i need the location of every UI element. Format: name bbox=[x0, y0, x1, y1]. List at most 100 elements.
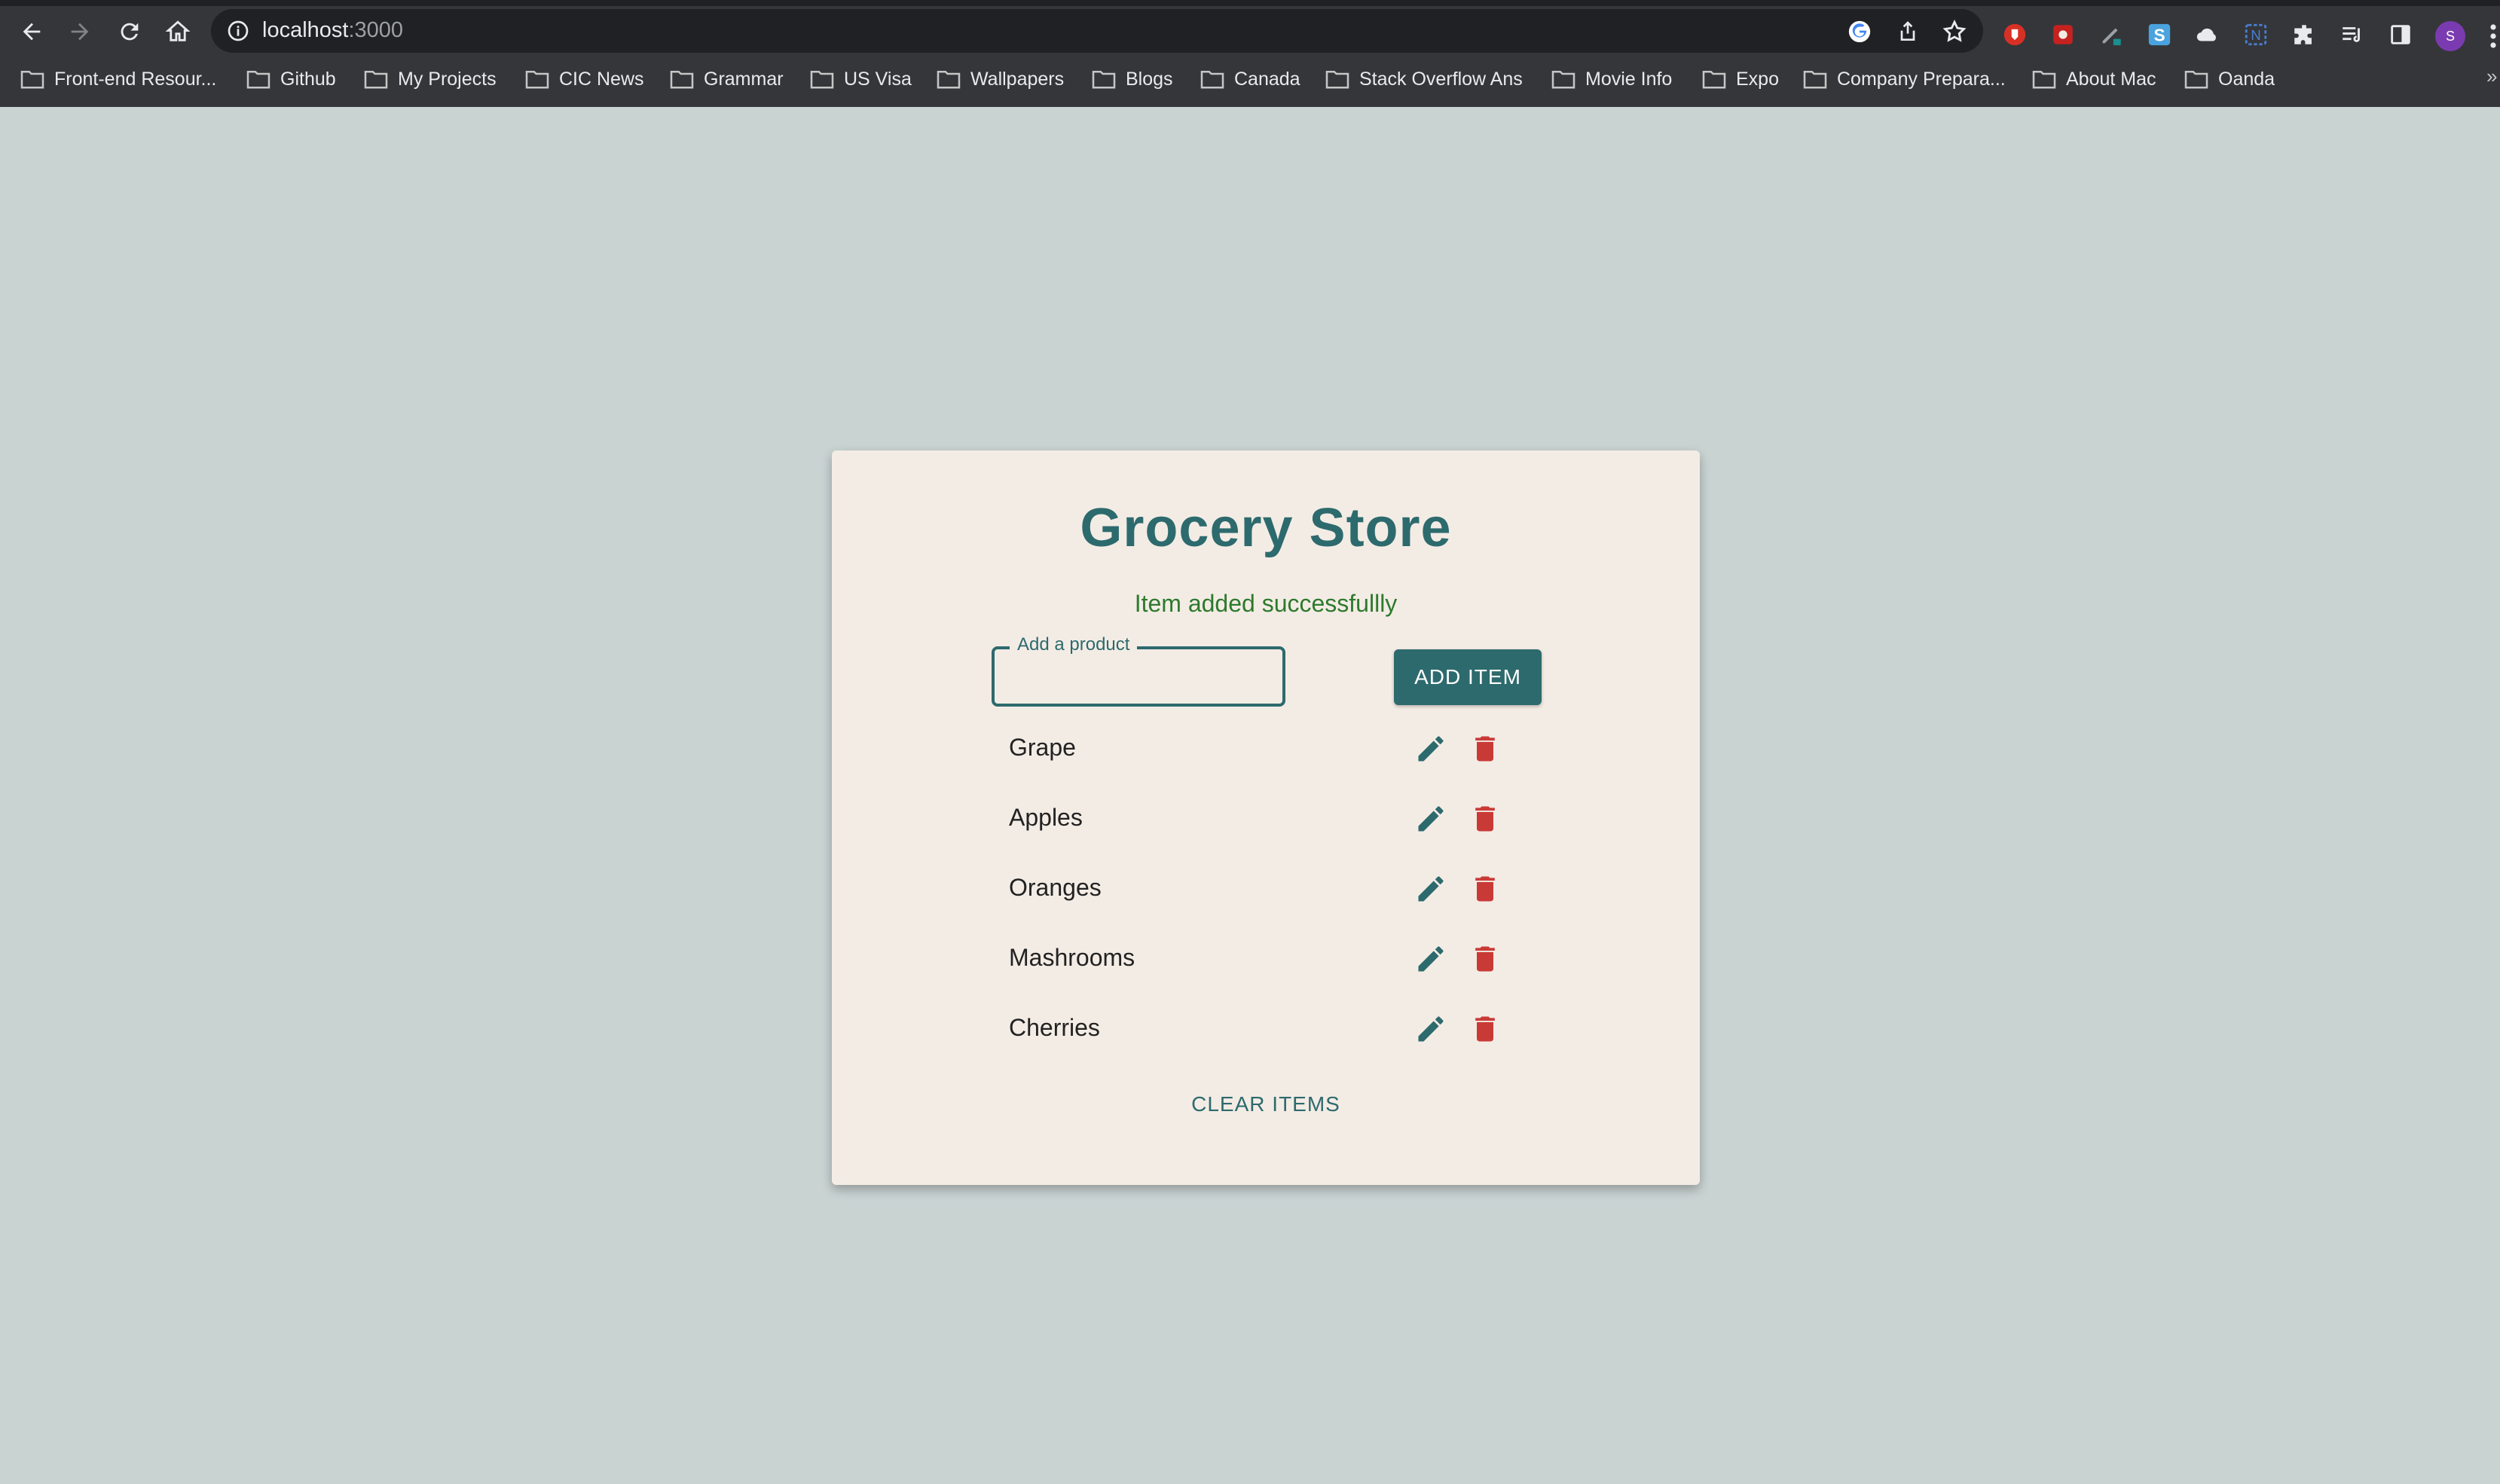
extensions-puzzle-icon[interactable] bbox=[2291, 21, 2318, 48]
bookmark-label: CIC News bbox=[559, 68, 644, 90]
folder-icon bbox=[1551, 70, 1575, 89]
bookmark-folder[interactable]: Grammar bbox=[669, 65, 784, 93]
svg-text:N: N bbox=[2251, 27, 2260, 43]
bookmark-folder[interactable]: CIC News bbox=[524, 65, 644, 93]
item-name: Grape bbox=[1009, 734, 1076, 761]
tab-strip bbox=[0, 0, 2500, 6]
bookmark-label: Grammar bbox=[704, 68, 784, 90]
item-name: Mashrooms bbox=[1009, 944, 1135, 971]
trash-icon[interactable] bbox=[1469, 802, 1502, 835]
trash-icon[interactable] bbox=[1469, 942, 1502, 976]
item-name: Oranges bbox=[1009, 874, 1102, 901]
trash-icon[interactable] bbox=[1469, 732, 1502, 765]
address-bar[interactable]: localhost:3000 bbox=[211, 9, 1983, 53]
reading-list-icon[interactable] bbox=[2339, 21, 2366, 48]
url-host: localhost bbox=[262, 18, 349, 42]
extension-shield-icon[interactable] bbox=[2001, 21, 2028, 48]
url-text: localhost:3000 bbox=[262, 18, 403, 43]
bookmark-label: US Visa bbox=[844, 68, 912, 90]
url-port: :3000 bbox=[348, 18, 404, 42]
list-item: Apples bbox=[1009, 796, 1551, 841]
clear-items-button[interactable]: CLEAR ITEMS bbox=[832, 1092, 1700, 1116]
add-product-field[interactable]: Add a product bbox=[992, 634, 1285, 707]
svg-text:S: S bbox=[2153, 26, 2165, 45]
pencil-icon[interactable] bbox=[1414, 732, 1447, 765]
side-panel-icon[interactable] bbox=[2387, 21, 2414, 48]
bookmark-folder[interactable]: Front-end Resour... bbox=[20, 65, 216, 93]
extension-notion-icon[interactable]: N bbox=[2242, 21, 2269, 48]
bookmark-folder[interactable]: Blogs bbox=[1091, 65, 1173, 93]
share-icon[interactable] bbox=[1894, 18, 1921, 45]
folder-icon bbox=[937, 70, 961, 89]
folder-icon bbox=[2032, 70, 2056, 89]
info-icon[interactable] bbox=[226, 19, 250, 43]
add-item-button[interactable]: ADD ITEM bbox=[1394, 649, 1542, 705]
bookmark-folder[interactable]: About Mac bbox=[2031, 65, 2156, 93]
bookmarks-bar: Front-end Resour... Github My Projects C… bbox=[0, 60, 2500, 98]
bookmark-folder[interactable]: Canada bbox=[1200, 65, 1300, 93]
item-name: Apples bbox=[1009, 804, 1083, 831]
bookmark-label: Stack Overflow Ans bbox=[1359, 68, 1523, 90]
folder-icon bbox=[364, 70, 388, 89]
bookmark-label: Blogs bbox=[1126, 68, 1173, 90]
folder-icon bbox=[1200, 70, 1224, 89]
grocery-card: Grocery Store Item added successfullly A… bbox=[832, 450, 1700, 1185]
pencil-icon[interactable] bbox=[1414, 872, 1447, 905]
pencil-icon[interactable] bbox=[1414, 802, 1447, 835]
list-item: Grape bbox=[1009, 726, 1551, 771]
browser-chrome: localhost:3000 S N S Front-end Resour...… bbox=[0, 0, 2500, 107]
bookmark-label: My Projects bbox=[398, 68, 497, 90]
add-product-input[interactable] bbox=[995, 649, 1282, 704]
bookmark-folder[interactable]: Company Prepara... bbox=[1802, 65, 2006, 93]
bookmark-folder[interactable]: Github bbox=[246, 65, 336, 93]
bookmark-label: About Mac bbox=[2066, 68, 2156, 90]
add-product-label: Add a product bbox=[1010, 634, 1138, 655]
bookmark-label: Expo bbox=[1736, 68, 1779, 90]
folder-icon bbox=[1803, 70, 1827, 89]
bookmark-label: Wallpapers bbox=[970, 68, 1065, 90]
forward-icon[interactable] bbox=[63, 15, 96, 48]
bookmarks-overflow-button[interactable]: » bbox=[2486, 65, 2497, 88]
bookmark-folder[interactable]: Expo bbox=[1701, 65, 1779, 93]
folder-icon bbox=[20, 70, 44, 89]
extension-s-icon[interactable]: S bbox=[2146, 21, 2173, 48]
folder-icon bbox=[810, 70, 834, 89]
bookmark-label: Company Prepara... bbox=[1837, 68, 2006, 90]
trash-icon[interactable] bbox=[1469, 1012, 1502, 1046]
bookmark-folder[interactable]: My Projects bbox=[363, 65, 497, 93]
home-icon[interactable] bbox=[161, 15, 194, 48]
reload-icon[interactable] bbox=[113, 15, 146, 48]
folder-icon bbox=[670, 70, 694, 89]
bookmark-label: Github bbox=[280, 68, 336, 90]
browser-menu-icon[interactable] bbox=[2486, 23, 2500, 50]
bookmark-folder[interactable]: Oanda bbox=[2184, 65, 2275, 93]
list-item: Mashrooms bbox=[1009, 936, 1551, 982]
profile-avatar[interactable]: S bbox=[2435, 21, 2465, 51]
google-icon[interactable] bbox=[1846, 18, 1873, 45]
pencil-icon[interactable] bbox=[1414, 1012, 1447, 1046]
trash-icon[interactable] bbox=[1469, 872, 1502, 905]
back-icon[interactable] bbox=[15, 15, 48, 48]
bookmark-label: Canada bbox=[1234, 68, 1300, 90]
folder-icon bbox=[1092, 70, 1116, 89]
extension-cloud-icon[interactable] bbox=[2194, 21, 2221, 48]
folder-icon bbox=[1325, 70, 1349, 89]
extension-puzzle-red-icon[interactable] bbox=[2049, 21, 2077, 48]
bookmark-label: Movie Info bbox=[1585, 68, 1673, 90]
page-title: Grocery Store bbox=[1080, 498, 1452, 558]
folder-icon bbox=[246, 70, 270, 89]
list-item: Oranges bbox=[1009, 866, 1551, 911]
bookmark-folder[interactable]: US Visa bbox=[809, 65, 912, 93]
bookmark-folder[interactable]: Stack Overflow Ans bbox=[1325, 65, 1523, 93]
folder-icon bbox=[1702, 70, 1726, 89]
bookmark-folder[interactable]: Wallpapers bbox=[936, 65, 1064, 93]
bookmark-label: Front-end Resour... bbox=[54, 68, 217, 90]
extension-pen-icon[interactable] bbox=[2098, 21, 2125, 48]
pencil-icon[interactable] bbox=[1414, 942, 1447, 976]
list-item: Cherries bbox=[1009, 1006, 1551, 1052]
bookmark-label: Oanda bbox=[2218, 68, 2275, 90]
bookmark-star-icon[interactable] bbox=[1941, 18, 1968, 45]
browser-toolbar: localhost:3000 S N S bbox=[0, 6, 2500, 54]
success-alert: Item added successfullly bbox=[1134, 590, 1398, 617]
bookmark-folder[interactable]: Movie Info bbox=[1551, 65, 1672, 93]
